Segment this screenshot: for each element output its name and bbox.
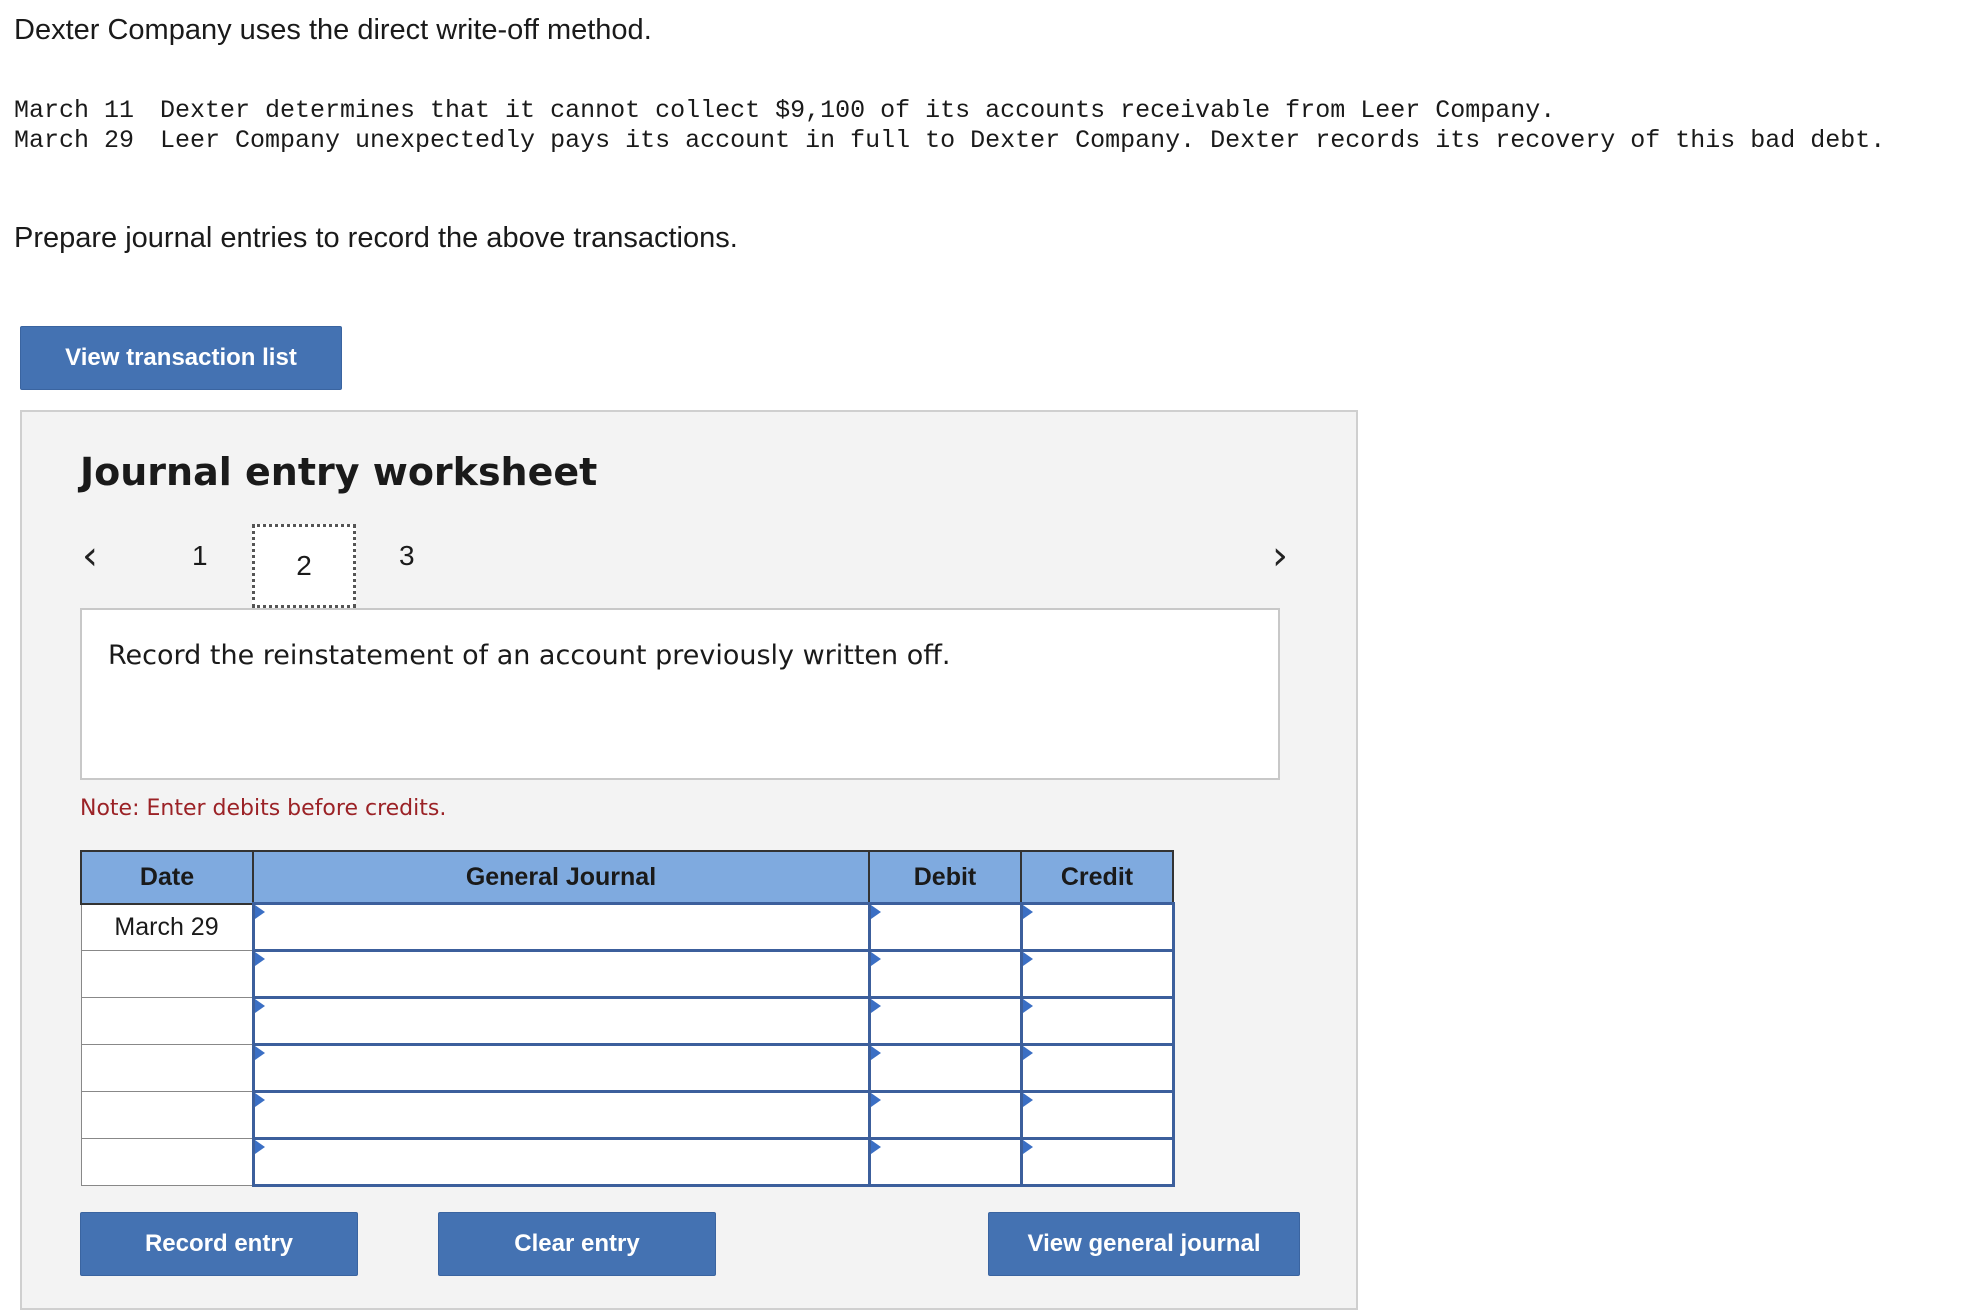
- instructions: Prepare journal entries to record the ab…: [14, 222, 738, 254]
- transaction-row: March 29 Leer Company unexpectedly pays …: [14, 126, 1920, 156]
- debit-input[interactable]: [867, 1043, 1023, 1093]
- page-tab-1[interactable]: 1: [192, 540, 208, 572]
- account-select[interactable]: [251, 996, 871, 1046]
- credit-input[interactable]: [1019, 902, 1175, 952]
- journal-row: [80, 1137, 1175, 1187]
- debit-input[interactable]: [867, 949, 1023, 999]
- credit-input[interactable]: [1019, 1137, 1175, 1187]
- credit-input[interactable]: [1019, 996, 1175, 1046]
- clear-entry-button[interactable]: Clear entry: [438, 1212, 716, 1276]
- date-cell: March 29: [80, 903, 254, 951]
- record-entry-button[interactable]: Record entry: [80, 1212, 358, 1276]
- journal-row: [80, 996, 1175, 1046]
- date-cell: [80, 950, 254, 998]
- intro-text: Dexter Company uses the direct write-off…: [14, 14, 652, 46]
- debit-input[interactable]: [867, 1137, 1023, 1187]
- credit-input[interactable]: [1019, 1043, 1175, 1093]
- entry-description: Record the reinstatement of an account p…: [80, 608, 1280, 780]
- transaction-list: March 11 Dexter determines that it canno…: [14, 96, 1920, 156]
- date-cell: [80, 1044, 254, 1092]
- journal-row: March 29: [80, 902, 1175, 952]
- column-header-debit: Debit: [868, 850, 1022, 905]
- account-select[interactable]: [251, 1090, 871, 1140]
- date-cell: [80, 997, 254, 1045]
- column-header-credit: Credit: [1020, 850, 1174, 905]
- entry-note: Note: Enter debits before credits.: [80, 796, 447, 821]
- page-tab-3[interactable]: 3: [399, 540, 415, 572]
- debit-input[interactable]: [867, 996, 1023, 1046]
- transaction-text: Leer Company unexpectedly pays its accou…: [160, 126, 1886, 155]
- account-select[interactable]: [251, 1043, 871, 1093]
- journal-row: [80, 1090, 1175, 1140]
- view-transaction-list-button[interactable]: View transaction list: [20, 326, 342, 390]
- debit-input[interactable]: [867, 1090, 1023, 1140]
- page-tab-2[interactable]: 2: [252, 524, 356, 608]
- transaction-text: Dexter determines that it cannot collect…: [160, 96, 1556, 125]
- date-cell: [80, 1091, 254, 1139]
- credit-input[interactable]: [1019, 949, 1175, 999]
- journal-row: [80, 1043, 1175, 1093]
- journal-header-row: Date General Journal Debit Credit: [80, 850, 1174, 905]
- column-header-general-journal: General Journal: [252, 850, 870, 905]
- account-select[interactable]: [251, 949, 871, 999]
- column-header-date: Date: [80, 850, 254, 905]
- worksheet-title: Journal entry worksheet: [80, 450, 598, 494]
- chevron-left-icon[interactable]: ‹: [82, 536, 98, 576]
- date-cell: [80, 1138, 254, 1186]
- transaction-date: March 29: [14, 126, 135, 155]
- chevron-right-icon[interactable]: ›: [1272, 536, 1288, 576]
- credit-input[interactable]: [1019, 1090, 1175, 1140]
- transaction-row: March 11 Dexter determines that it canno…: [14, 96, 1920, 126]
- journal-table: Date General Journal Debit Credit March …: [80, 850, 1175, 1187]
- transaction-date: March 11: [14, 96, 135, 125]
- account-select[interactable]: [251, 1137, 871, 1187]
- view-general-journal-button[interactable]: View general journal: [988, 1212, 1300, 1276]
- journal-row: [80, 949, 1175, 999]
- debit-input[interactable]: [867, 902, 1023, 952]
- journal-entry-worksheet: Journal entry worksheet ‹ 1 2 3 › Record…: [20, 410, 1358, 1310]
- account-select[interactable]: [251, 902, 871, 952]
